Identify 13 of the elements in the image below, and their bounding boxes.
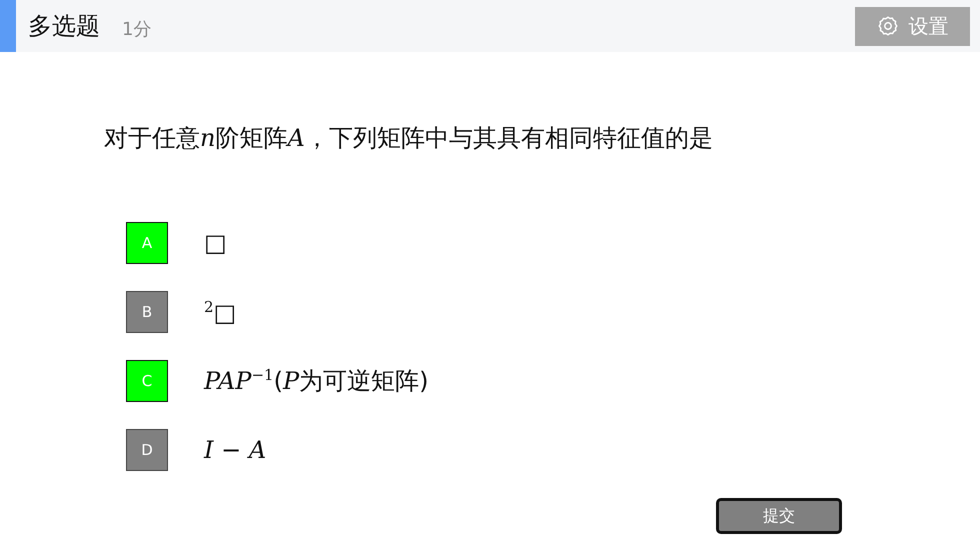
option-letter-button[interactable]: B — [126, 291, 168, 333]
question-type-title: 多选题 — [28, 11, 100, 42]
accent-bar — [0, 0, 16, 52]
option-text: PAP$^{−1}$(P为可逆矩阵) — [204, 365, 428, 397]
option-text: □ — [204, 229, 227, 257]
option-letter-button[interactable]: D — [126, 429, 168, 471]
settings-button[interactable]: 设置 — [855, 6, 970, 46]
submit-button[interactable]: 提交 — [716, 498, 842, 534]
option-text: I − A — [204, 436, 266, 464]
score-label: 1分 — [122, 18, 152, 41]
option-text: $^{2}$□ — [204, 298, 236, 326]
settings-icon — [876, 15, 898, 37]
question-text: 对于任意n阶矩阵A，下列矩阵中与其具有相同特征值的是 — [104, 123, 714, 154]
